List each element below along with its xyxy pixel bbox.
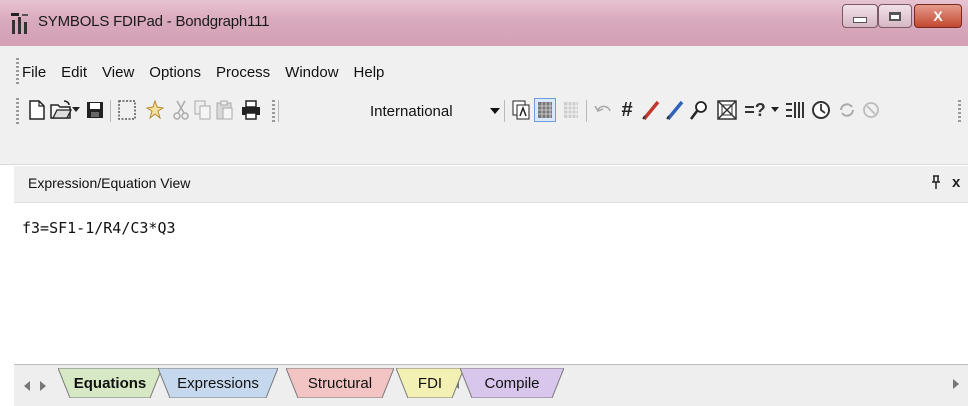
app-icon [10, 13, 30, 35]
scroll-right-icon[interactable] [953, 379, 959, 389]
grid-light-icon[interactable] [560, 98, 582, 122]
equation-text: f3=SF1-1/R4/C3*Q3 [22, 219, 176, 237]
tab-expressions[interactable]: Expressions [158, 368, 278, 398]
tab-compile[interactable]: Compile [460, 368, 564, 398]
chevron-down-icon[interactable] [770, 98, 780, 122]
font-icon[interactable] [510, 98, 532, 122]
chevron-down-icon[interactable] [490, 108, 500, 114]
minimize-button[interactable] [842, 4, 878, 28]
tab-structural[interactable]: Structural [286, 368, 394, 398]
pin-icon[interactable] [931, 175, 941, 192]
paste-icon[interactable] [214, 98, 236, 122]
refresh-icon[interactable] [836, 98, 858, 122]
tab-label: Expressions [177, 374, 259, 392]
language-select[interactable]: International [370, 103, 453, 120]
print-icon[interactable] [240, 98, 262, 122]
menu-help[interactable]: Help [354, 64, 385, 81]
toolbar-separator [110, 100, 111, 122]
tab-label: Structural [307, 374, 373, 392]
stop-icon[interactable] [860, 98, 882, 122]
pen-blue-icon[interactable] [664, 98, 686, 122]
equation-editor[interactable]: f3=SF1-1/R4/C3*Q3 [14, 203, 968, 363]
zoom-icon[interactable] [688, 98, 710, 122]
pane-title: Expression/Equation View [28, 175, 191, 191]
cut-icon[interactable] [170, 98, 192, 122]
model-icon[interactable] [716, 98, 738, 122]
toolbar-grip-2[interactable] [272, 100, 275, 124]
maximize-button[interactable] [878, 4, 912, 28]
window-title: SYMBOLS FDIPad - Bondgraph111 [38, 13, 270, 30]
toolbar-grip-3[interactable] [958, 100, 961, 124]
menu-edit[interactable]: Edit [61, 64, 87, 81]
toolbar-separator [278, 100, 279, 122]
pen-red-icon[interactable] [640, 98, 662, 122]
undo-icon[interactable] [592, 98, 614, 122]
menu-bar: File Edit View Options Process Window He… [14, 52, 399, 92]
minimize-icon [853, 17, 867, 23]
tab-scroll-left-icon[interactable] [24, 381, 30, 391]
app-window: SYMBOLS FDIPad - Bondgraph111 X File Edi… [0, 0, 968, 406]
tab-label: FDI [417, 374, 443, 392]
grid-dense-icon[interactable] [534, 98, 556, 122]
pane-close-button[interactable]: x [952, 174, 960, 191]
menu-process[interactable]: Process [216, 64, 270, 81]
menu-file[interactable]: File [22, 64, 46, 81]
tab-fdi[interactable]: FDI [396, 368, 464, 398]
dropdown-arrow-icon[interactable] [70, 98, 82, 122]
tab-scroll-right-icon[interactable] [40, 381, 46, 391]
menu-options[interactable]: Options [149, 64, 201, 81]
open-folder-icon[interactable] [50, 98, 72, 122]
select-rect-icon[interactable] [116, 98, 138, 122]
close-button[interactable]: X [914, 4, 962, 28]
toolbar-separator [504, 100, 505, 122]
copy-icon[interactable] [192, 98, 214, 122]
tab-strip: Equations Expressions Structural FDI Com… [14, 364, 968, 406]
tab-equations[interactable]: Equations [58, 368, 162, 398]
toolbar: International # =? [14, 94, 968, 130]
save-icon[interactable] [84, 98, 106, 122]
toolbar-separator [586, 100, 587, 122]
clock-icon[interactable] [810, 98, 832, 122]
menu-view[interactable]: View [102, 64, 134, 81]
tab-label: Equations [73, 374, 147, 392]
tab-label: Compile [484, 374, 540, 392]
maximize-icon [889, 11, 901, 21]
help-query-icon[interactable]: =? [740, 98, 770, 122]
close-icon: X [933, 8, 943, 24]
pane-header: Expression/Equation View x [14, 166, 968, 203]
list-icon[interactable] [784, 98, 806, 122]
menu-window[interactable]: Window [285, 64, 338, 81]
sparkle-icon[interactable] [144, 98, 166, 122]
hash-icon[interactable]: # [616, 98, 638, 122]
new-document-icon[interactable] [26, 98, 48, 122]
title-bar[interactable]: SYMBOLS FDIPad - Bondgraph111 X [0, 0, 968, 46]
